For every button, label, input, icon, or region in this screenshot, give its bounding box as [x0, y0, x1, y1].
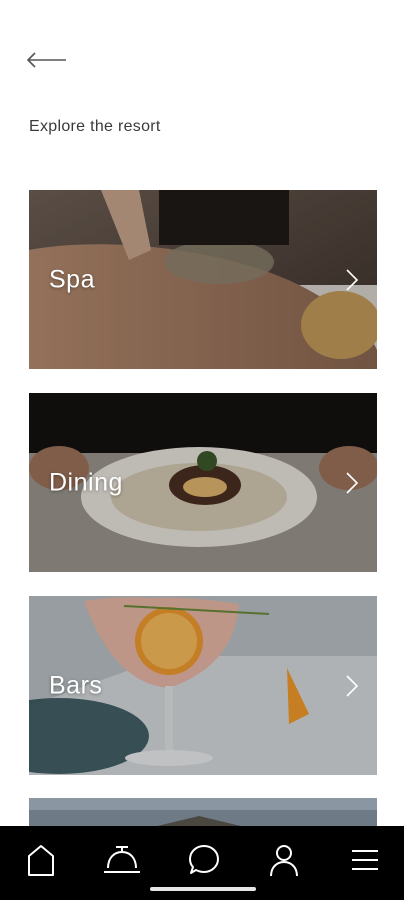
nav-home[interactable]	[17, 840, 65, 880]
chevron-right-icon	[346, 471, 359, 494]
nav-concierge[interactable]	[98, 840, 146, 880]
nav-menu[interactable]	[341, 840, 389, 880]
chevron-right-icon	[346, 268, 359, 291]
spa-card[interactable]: Spa	[29, 190, 377, 369]
back-button[interactable]	[26, 46, 72, 74]
profile-icon	[270, 845, 298, 877]
concierge-bell-icon	[104, 846, 140, 873]
next-card-image	[29, 798, 377, 828]
nav-profile[interactable]	[260, 840, 308, 880]
bars-card[interactable]: Bars	[29, 596, 377, 775]
chat-icon	[189, 845, 219, 874]
dining-card[interactable]: Dining	[29, 393, 377, 572]
menu-icon	[352, 850, 378, 870]
spa-label: Spa	[49, 265, 95, 293]
category-list: Spa Dining Bars	[29, 190, 377, 799]
home-indicator	[150, 887, 256, 891]
nav-chat[interactable]	[180, 840, 228, 880]
chevron-right-icon	[346, 674, 359, 697]
bars-label: Bars	[49, 671, 103, 699]
next-card-partial[interactable]	[29, 798, 377, 828]
dining-label: Dining	[49, 468, 123, 496]
home-icon	[28, 845, 54, 876]
bottom-navigation	[0, 826, 404, 900]
arrow-left-icon	[26, 52, 66, 68]
page-title: Explore the resort	[29, 118, 161, 135]
